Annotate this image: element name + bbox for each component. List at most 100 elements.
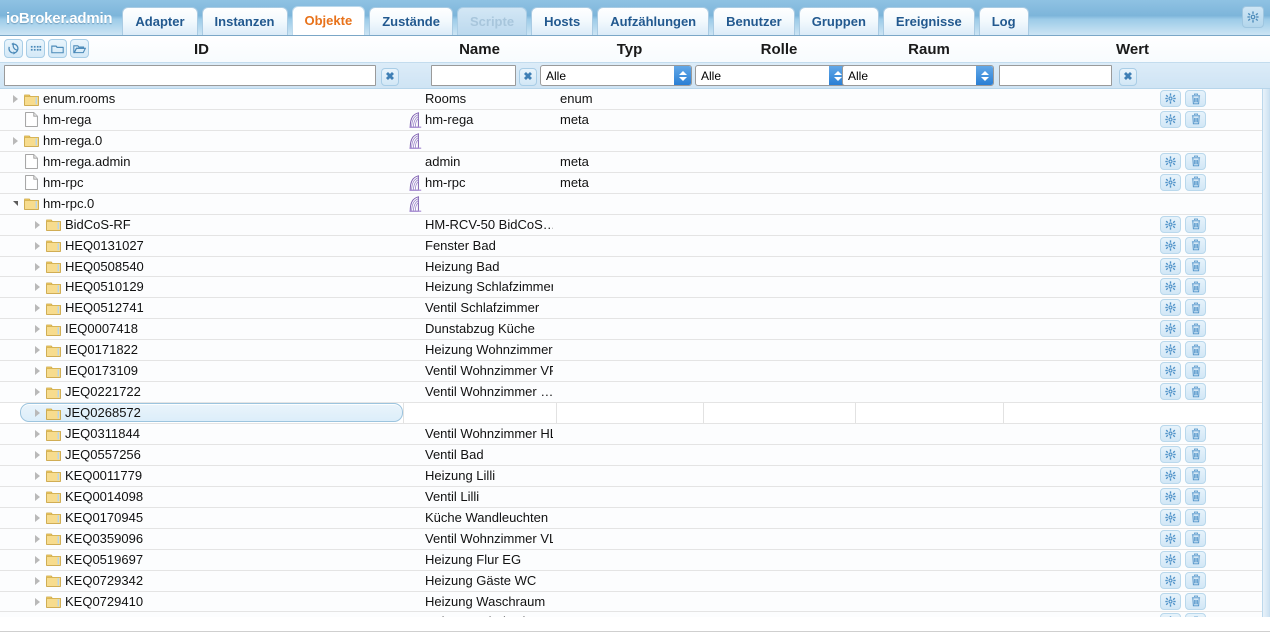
cell-id[interactable]: JEQ0221722 [30, 382, 398, 402]
cell-wert[interactable] [1007, 382, 1147, 402]
cell-typ[interactable] [560, 571, 700, 591]
cell-raum[interactable] [859, 131, 999, 151]
row-delete-button[interactable] [1185, 110, 1206, 128]
cell-raum[interactable] [859, 257, 999, 277]
row-delete-button[interactable] [1185, 278, 1206, 296]
cell-raum[interactable] [859, 340, 999, 360]
table-row[interactable]: KEQ0729410 Heizung Waschraum [0, 591, 1269, 613]
cell-rolle[interactable] [707, 194, 849, 214]
row-delete-button[interactable] [1185, 487, 1206, 505]
cell-name[interactable]: Ventil Schlafzimmer [407, 298, 553, 318]
cell-id[interactable]: KEQ0729342 [30, 571, 398, 591]
cell-rolle[interactable] [707, 340, 849, 360]
cell-raum[interactable] [859, 194, 999, 214]
vertical-scrollbar[interactable] [1262, 89, 1269, 617]
clear-icon[interactable]: ✖ [519, 68, 537, 86]
cell-wert[interactable] [1007, 508, 1147, 528]
table-row[interactable]: hm-rega.admin admin meta [0, 151, 1269, 173]
cell-rolle[interactable] [707, 89, 849, 109]
cell-id[interactable]: BidCoS-RF [30, 215, 398, 235]
cell-raum[interactable] [859, 298, 999, 318]
cell-typ[interactable] [560, 424, 700, 444]
table-row[interactable]: JEQ0268572 [0, 403, 1269, 424]
cell-rolle[interactable] [707, 550, 849, 570]
twisty-collapsed-icon[interactable] [30, 277, 44, 297]
cell-id[interactable]: IEQ0007418 [30, 319, 398, 339]
row-edit-button[interactable] [1160, 445, 1181, 463]
table-row[interactable]: KEQ0170945 Küche Wandleuchten [0, 507, 1269, 529]
cell-name[interactable]: HM-RCV-50 BidCoS… [407, 215, 553, 235]
cell-rolle[interactable] [707, 487, 849, 507]
row-edit-button[interactable] [1160, 425, 1181, 442]
cell-wert[interactable] [1007, 487, 1147, 507]
row-edit-button[interactable] [1160, 278, 1181, 296]
twisty-collapsed-icon[interactable] [30, 257, 44, 277]
cell-wert[interactable] [1007, 110, 1147, 130]
table-row[interactable]: KEQ0729342 Heizung Gäste WC [0, 570, 1269, 592]
refresh-button[interactable] [4, 39, 23, 58]
cell-raum[interactable] [859, 529, 999, 549]
cell-typ[interactable] [560, 487, 700, 507]
row-edit-button[interactable] [1160, 362, 1181, 380]
table-row[interactable]: KEQ0519697 Heizung Flur EG [0, 549, 1269, 571]
row-edit-button[interactable] [1160, 110, 1181, 128]
row-delete-button[interactable] [1185, 299, 1206, 317]
tab-zust-nde[interactable]: Zustände [369, 7, 453, 35]
cell-rolle[interactable] [707, 257, 849, 277]
cell-id[interactable]: KEQ0170945 [30, 508, 398, 528]
cell-rolle[interactable] [707, 361, 849, 381]
row-edit-button[interactable] [1160, 215, 1181, 233]
cell-typ[interactable] [560, 340, 700, 360]
table-row[interactable]: BidCoS-RF HM-RCV-50 BidCoS… [0, 214, 1269, 236]
row-edit-button[interactable] [1160, 257, 1181, 275]
cell-name[interactable]: Dunstabzug Küche [407, 319, 553, 339]
cell-raum[interactable] [859, 215, 999, 235]
cell-raum[interactable] [859, 277, 999, 297]
cell-raum[interactable] [859, 173, 999, 193]
twisty-collapsed-icon[interactable] [30, 382, 44, 402]
cell-name[interactable]: Heizung Bad [407, 257, 553, 277]
row-delete-button[interactable] [1185, 362, 1206, 380]
cell-name[interactable]: Rooms [407, 89, 553, 109]
table-row[interactable]: hm-rpc hm-rpc meta [0, 172, 1269, 194]
cell-id[interactable]: hm-rpc [8, 173, 398, 193]
cell-wert[interactable] [1007, 529, 1147, 549]
tab-hosts[interactable]: Hosts [531, 7, 594, 35]
cell-raum[interactable] [859, 382, 999, 402]
cell-typ[interactable] [560, 277, 700, 297]
cell-wert[interactable] [1007, 173, 1147, 193]
cell-typ[interactable]: meta [560, 152, 700, 172]
twisty-collapsed-icon[interactable] [30, 340, 44, 360]
cell-name[interactable]: Ventil Wohnzimmer VL [407, 529, 553, 549]
cell-raum[interactable] [859, 550, 999, 570]
row-edit-button[interactable] [1160, 466, 1181, 484]
row-edit-button[interactable] [1160, 550, 1181, 568]
tab-adapter[interactable]: Adapter [122, 7, 198, 35]
twisty-collapsed-icon[interactable] [30, 424, 44, 444]
cell-wert[interactable] [1007, 257, 1147, 277]
row-delete-button[interactable] [1185, 529, 1206, 547]
cell-typ[interactable] [560, 612, 700, 617]
twisty-collapsed-icon[interactable] [30, 487, 44, 507]
twisty-collapsed-icon[interactable] [8, 89, 22, 109]
cell-name[interactable]: Küche Wandleuchten [407, 508, 553, 528]
cell-wert[interactable] [1007, 403, 1147, 423]
cell-rolle[interactable] [707, 529, 849, 549]
cell-wert[interactable] [1007, 340, 1147, 360]
table-row[interactable]: HEQ0510129 Heizung Schlafzimmer [0, 277, 1269, 299]
row-delete-button[interactable] [1185, 425, 1206, 442]
cell-rolle[interactable] [707, 110, 849, 130]
cell-raum[interactable] [859, 403, 999, 423]
row-delete-button[interactable] [1185, 445, 1206, 463]
cell-typ[interactable]: meta [560, 110, 700, 130]
row-delete-button[interactable] [1185, 592, 1206, 610]
twisty-collapsed-icon[interactable] [30, 508, 44, 528]
cell-rolle[interactable] [707, 424, 849, 444]
table-row[interactable]: HEQ0131027 Fenster Bad [0, 235, 1269, 257]
column-header-rolle[interactable]: Rolle [703, 36, 855, 63]
row-edit-button[interactable] [1160, 487, 1181, 505]
cell-raum[interactable] [859, 487, 999, 507]
filter-name-input[interactable] [431, 65, 516, 86]
table-row[interactable]: hm-rega hm-rega meta [0, 109, 1269, 131]
cell-id[interactable]: KEQ0014098 [30, 487, 398, 507]
